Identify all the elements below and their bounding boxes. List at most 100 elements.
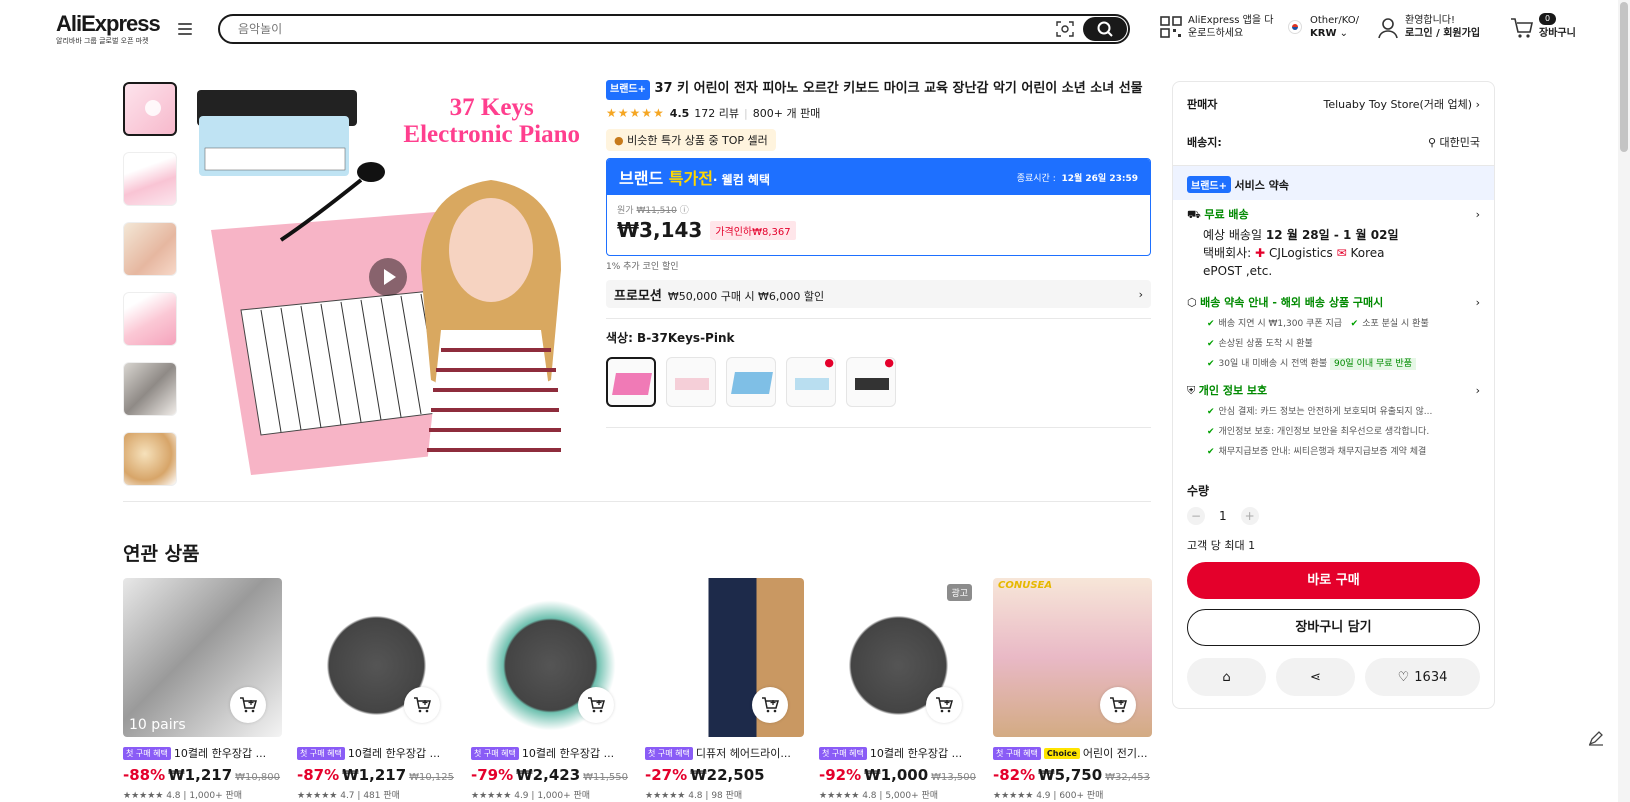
thumbnail-image[interactable] xyxy=(123,292,177,346)
promotion-row[interactable]: 프로모션 ₩50,000 구매 시 ₩6,000 할인 › xyxy=(606,280,1151,308)
seller-row[interactable]: 판매자 Teluaby Toy Store(거래 업체) › xyxy=(1187,96,1480,112)
logo-text: AliExpress xyxy=(56,11,161,36)
increase-button[interactable]: + xyxy=(1240,507,1259,525)
account-link[interactable]: 환영합니다! 로그인 / 회원가입 xyxy=(1405,14,1480,40)
product-card-title[interactable]: 10켤레 한우장갑 ... xyxy=(522,745,614,761)
truck-icon: ⛟ xyxy=(1187,208,1201,221)
top-seller-text: 비슷한 특가 상품 중 TOP 셀러 xyxy=(627,134,768,147)
product-card-image[interactable]: 10 pairs xyxy=(123,578,282,737)
color-swatch[interactable] xyxy=(726,357,776,407)
product-card-title[interactable]: 10켤레 한우장갑 ... xyxy=(870,745,962,761)
aliexpress-logo[interactable]: AliExpress 알리바바 그룹 글로벌 오픈 마켓 xyxy=(56,11,161,46)
star-rating-icon: ★★★★★ xyxy=(645,791,686,801)
image-caption: 37 Keys Electronic Piano xyxy=(403,94,580,148)
product-card-image[interactable]: 10 pairs 광고 xyxy=(819,578,978,737)
wishlist-button[interactable]: ♡ 1634 xyxy=(1365,658,1480,696)
seller-name[interactable]: Teluaby Toy Store(거래 업체) xyxy=(1323,98,1472,111)
product-card-image[interactable]: 10 pairs xyxy=(471,578,630,737)
cart-label[interactable]: 장바구니 xyxy=(1539,27,1576,40)
related-products-list: 10 pairs 첫 구매 혜택 10켤레 한우장갑 ... -88% ₩1,217… xyxy=(123,578,1152,801)
service-promise-label: 서비스 약속 xyxy=(1234,179,1289,192)
color-swatch[interactable] xyxy=(666,357,716,407)
qr-code-icon[interactable] xyxy=(1160,16,1182,38)
add-to-cart-icon[interactable] xyxy=(752,687,788,723)
product-card-image[interactable]: 10 pairs xyxy=(297,578,456,737)
thumbnail-image[interactable] xyxy=(123,362,177,416)
product-card-rating: 4.9 xyxy=(514,791,529,801)
product-card-price: ₩22,505 xyxy=(690,766,765,784)
thumbnail-video[interactable] xyxy=(123,82,177,136)
product-card[interactable]: 10 pairs 첫 구매 혜택 10켤레 한우장갑 ... -87% ₩1,217… xyxy=(297,578,456,801)
product-card[interactable]: 10 pairs 광고 첫 구매 혜택 10켤레 한우장갑 ... -92% ₩1,… xyxy=(819,578,978,801)
app-download-link[interactable]: AliExpress 앱을 다 운로드하세요 xyxy=(1188,14,1273,40)
scrollbar[interactable] xyxy=(1618,0,1630,802)
login-signup-link[interactable]: 로그인 / 회원가입 xyxy=(1405,28,1480,39)
buy-now-button[interactable]: 바로 구매 xyxy=(1187,562,1480,599)
free-shipping-row[interactable]: ⛟ 무료 배송 › xyxy=(1187,206,1480,223)
heart-icon: ♡ xyxy=(1397,669,1410,685)
deal-welcome: · 웰컴 혜택 xyxy=(712,173,770,187)
edit-icon[interactable] xyxy=(1586,728,1606,748)
info-icon[interactable]: ⓘ xyxy=(680,206,689,216)
delivery-guide-row[interactable]: ⬡ 배송 약속 안내 - 해외 배송 상품 구매시 › xyxy=(1187,294,1480,310)
review-count[interactable]: 172 리뷰 xyxy=(694,105,739,121)
product-card[interactable]: CONUSEA 첫 구매 혜택 Choice 어린이 전기... -82% ₩5,75… xyxy=(993,578,1152,801)
estimated-delivery-date: 12 월 28일 - 1 월 02일 xyxy=(1265,228,1399,242)
product-card-title[interactable]: 디퓨저 헤어드라이... xyxy=(696,745,791,761)
cart-icon[interactable] xyxy=(1510,17,1534,39)
store-icon: ⌂ xyxy=(1222,669,1231,685)
add-to-cart-icon[interactable] xyxy=(230,687,266,723)
product-card-image[interactable]: CONUSEA xyxy=(993,578,1152,737)
product-info: 브랜드+ 37 키 어린이 전자 피아노 오르간 키보드 마이크 교육 장난감 … xyxy=(606,80,1151,438)
add-to-cart-icon[interactable] xyxy=(1100,687,1136,723)
thumbnail-image[interactable] xyxy=(123,152,177,206)
top-seller-badge: ● 비슷한 특가 상품 중 TOP 셀러 xyxy=(606,129,776,151)
add-to-cart-icon[interactable] xyxy=(926,687,962,723)
ship-to-row[interactable]: 배송지: ⚲ 대한민국 xyxy=(1187,134,1480,150)
product-card[interactable]: 첫 구매 혜택 디퓨저 헤어드라이... -27% ₩22,505 ★★★★★ 4.… xyxy=(645,578,804,801)
first-purchase-badge: 첫 구매 혜택 xyxy=(645,746,693,760)
coin-discount: 1% 추가 코인 할인 xyxy=(606,262,679,272)
product-card-rating: 4.8 xyxy=(166,791,181,801)
privacy-row[interactable]: ⛨ 개인 정보 보호 › xyxy=(1187,382,1480,398)
main-product-image[interactable]: 37 Keys Electronic Piano xyxy=(191,80,586,475)
share-button[interactable]: ⋖ xyxy=(1276,658,1355,696)
sold-count: 800+ 개 판매 xyxy=(752,107,821,120)
product-card-image[interactable] xyxy=(645,578,804,737)
color-swatch[interactable]: ● xyxy=(786,357,836,407)
play-video-icon[interactable] xyxy=(369,258,407,296)
product-card-title[interactable]: 어린이 전기... xyxy=(1083,745,1148,761)
thumbnail-image[interactable] xyxy=(123,222,177,276)
add-to-cart-button[interactable]: 장바구니 담기 xyxy=(1187,609,1480,646)
color-swatch[interactable]: ● xyxy=(846,357,896,407)
product-card[interactable]: 10 pairs 첫 구매 혜택 10켤레 한우장갑 ... -79% ₩2,423… xyxy=(471,578,630,801)
ship-to-country: 대한민국 xyxy=(1439,136,1480,149)
search-input[interactable] xyxy=(238,20,1018,38)
scrollbar-thumb[interactable] xyxy=(1620,2,1628,152)
product-card-title[interactable]: 10켤레 한우장갑 ... xyxy=(348,745,440,761)
region-selector[interactable]: Other/KO/ KRW ⌄ xyxy=(1310,14,1359,40)
max-per-customer: 고객 당 최대 1 xyxy=(1187,539,1256,552)
product-card-discount: -88% xyxy=(123,766,166,784)
deal-brand: 브랜드 xyxy=(619,169,664,188)
add-to-cart-icon[interactable] xyxy=(404,687,440,723)
guarantee-1: 배송 지연 시 ₩1,300 쿠폰 지급 xyxy=(1218,319,1343,329)
decrease-button[interactable]: − xyxy=(1187,507,1205,525)
store-button[interactable]: ⌂ xyxy=(1187,658,1266,696)
carrier-3: ePOST ,etc. xyxy=(1203,264,1273,278)
thumbnail-image[interactable] xyxy=(123,432,177,486)
original-price: ₩11,510 xyxy=(636,206,677,216)
first-purchase-badge: 첫 구매 혜택 xyxy=(471,746,519,760)
ad-badge: 광고 xyxy=(947,584,972,601)
menu-icon[interactable] xyxy=(178,23,192,35)
color-label: 색상: B-37Keys-Pink xyxy=(606,331,735,345)
user-icon[interactable] xyxy=(1378,17,1398,39)
search-button[interactable] xyxy=(1083,17,1127,41)
product-card-title[interactable]: 10켤레 한우장갑 ... xyxy=(174,745,266,761)
add-to-cart-icon[interactable] xyxy=(578,687,614,723)
product-card-original-price: ₩10,125 xyxy=(409,772,455,783)
product-card[interactable]: 10 pairs 첫 구매 혜택 10켤레 한우장갑 ... -88% ₩1,217… xyxy=(123,578,282,801)
quantity-value: 1 xyxy=(1219,509,1227,523)
image-search-icon[interactable] xyxy=(1056,21,1074,37)
color-swatch[interactable] xyxy=(606,357,656,407)
